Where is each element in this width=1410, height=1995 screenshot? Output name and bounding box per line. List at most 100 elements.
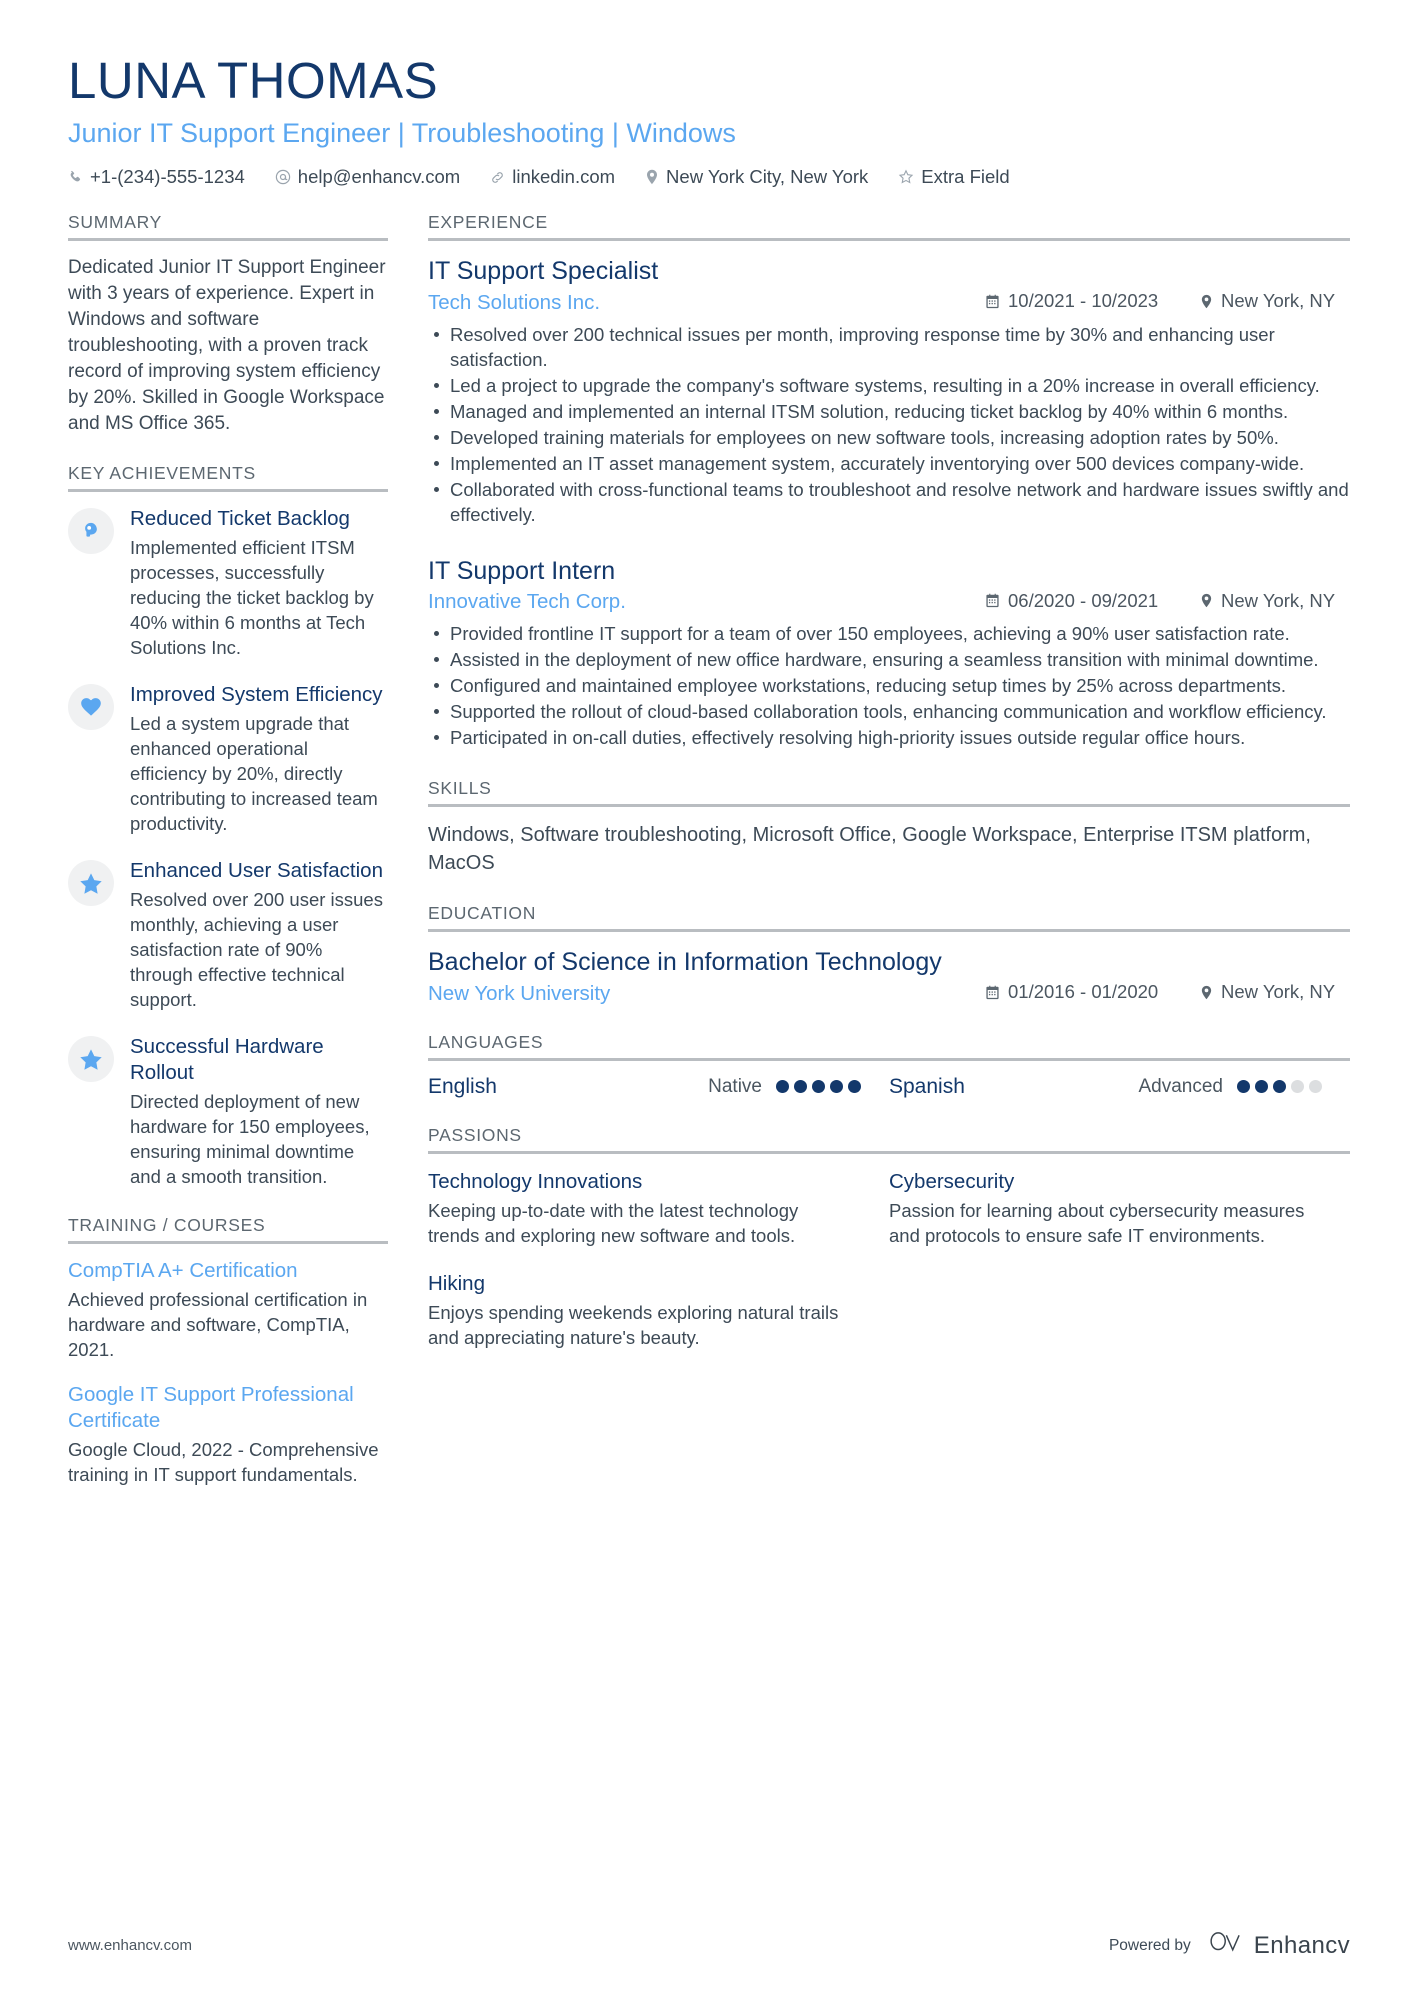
training-title: Google IT Support Professional Certifica… [68,1383,354,1432]
language-name: English [428,1074,497,1098]
contact-phone-text: +1-(234)-555-1234 [90,166,245,187]
language-rating [1237,1080,1322,1093]
rating-dot [794,1080,807,1093]
passion-item: Cybersecurity Passion for learning about… [889,1168,1350,1248]
powered-by-label: Powered by [1108,1936,1191,1954]
rating-dot [830,1080,843,1093]
key-achievement-item: Enhanced User Satisfaction Resolved over… [68,858,388,1012]
experience-bullet: Assisted in the deployment of new office… [428,647,1350,672]
section-education: EDUCATION Bachelor of Science in Informa… [428,903,1350,1006]
rating-dot [848,1080,861,1093]
experience-dates-text: 06/2020 - 09/2021 [1008,589,1159,611]
experience-role: IT Support Specialist [428,257,659,285]
experience-location: New York, NY [1200,290,1350,312]
passion-title: Hiking [428,1271,485,1295]
contact-email-text: help@enhancv.com [297,166,461,187]
contact-extra-field-text: Extra Field [921,166,1010,187]
contact-extra-field: Extra Field [898,166,1010,188]
education-location-text: New York, NY [1221,981,1336,1002]
education-school: New York University [428,981,611,1005]
education-location: New York, NY [1200,981,1350,1003]
experience-bullets: Provided frontline IT support for a team… [428,621,1350,750]
experience-company: Tech Solutions Inc. [428,290,601,314]
achievement-title: Improved System Efficiency [130,683,383,706]
training-item: CompTIA A+ Certification Achieved profes… [68,1258,388,1362]
section-training-courses: TRAINING / COURSES CompTIA A+ Certificat… [68,1215,388,1487]
skills-section-title: SKILLS [428,778,1350,807]
experience-dates: 06/2020 - 09/2021 [985,590,1200,612]
education-degree: Bachelor of Science in Information Techn… [428,948,942,976]
headline: Junior IT Support Engineer | Troubleshoo… [68,118,736,148]
experience-dates-text: 10/2021 - 10/2023 [1008,290,1159,311]
section-experience: EXPERIENCE IT Support Specialist Tech So… [428,212,1350,750]
training-section-title: TRAINING / COURSES [68,1215,388,1244]
experience-bullet: Configured and maintained employee works… [428,673,1350,698]
calendar-icon [985,985,1000,1000]
achievement-desc: Directed deployment of new hardware for … [130,1091,370,1187]
experience-location-text: New York, NY [1221,290,1336,311]
contact-linkedin[interactable]: linkedin.com [490,166,615,188]
achievement-desc: Resolved over 200 user issues monthly, a… [130,889,383,1010]
star-outline-icon [898,169,914,185]
language-item: English Native [428,1075,889,1099]
passions-section-title: PASSIONS [428,1125,1350,1154]
experience-bullet: Managed and implemented an internal ITSM… [428,399,1350,424]
passion-item: Hiking Enjoys spending weekends explorin… [428,1270,889,1350]
experience-company: Innovative Tech Corp. [428,590,626,613]
rating-dot [1255,1080,1268,1093]
page-title: LUNA THOMAS [68,52,439,109]
rating-dot [812,1080,825,1093]
experience-location-text: New York, NY [1221,589,1336,611]
section-passions: PASSIONS Technology Innovations Keeping … [428,1125,1350,1372]
enhancv-logo-icon [1205,1930,1245,1961]
training-title: CompTIA A+ Certification [68,1259,298,1282]
footer-url[interactable]: www.enhancv.com [68,1937,192,1954]
achievement-badge [68,1036,114,1082]
achievement-badge [68,684,114,730]
contact-phone[interactable]: +1-(234)-555-1234 [68,166,245,188]
phone-icon [68,170,83,185]
language-rating [776,1080,861,1093]
footer-brand-area: Powered by Enhancv [1109,1930,1350,1961]
experience-bullets: Resolved over 200 technical issues per m… [428,322,1350,527]
education-dates: 01/2016 - 01/2020 [985,981,1200,1003]
experience-item: IT Support Specialist Tech Solutions Inc… [428,255,1350,527]
rating-dot [1273,1080,1286,1093]
section-languages: LANGUAGES English Native Spanish Advance… [428,1032,1350,1099]
section-key-achievements: KEY ACHIEVEMENTS Reduced Ticket Backlog … [68,463,388,1189]
section-skills: SKILLS Windows, Software troubleshooting… [428,778,1350,877]
calendar-icon [985,593,1000,608]
experience-location: New York, NY [1200,590,1350,612]
location-icon [645,169,659,185]
enhancv-brand-name: Enhancv [1253,1931,1350,1959]
passion-desc: Keeping up-to-date with the latest techn… [428,1199,799,1246]
achievement-desc: Led a system upgrade that enhanced opera… [130,713,378,834]
experience-bullet: Provided frontline IT support for a team… [428,621,1350,646]
key-achievement-item: Successful Hardware Rollout Directed dep… [68,1034,388,1189]
location-icon [1200,985,1213,1000]
resume-page: LUNA THOMAS Junior IT Support Engineer |… [0,0,1410,1995]
passions-grid: Technology Innovations Keeping up-to-dat… [428,1168,1350,1372]
rating-dot [1291,1080,1304,1093]
calendar-icon [985,294,1000,309]
contact-email[interactable]: help@enhancv.com [275,166,460,188]
summary-text: Dedicated Junior IT Support Engineer wit… [68,257,386,434]
experience-bullet: Collaborated with cross-functional teams… [428,477,1350,527]
location-icon [1200,593,1213,608]
training-desc: Google Cloud, 2022 - Comprehensive train… [68,1439,379,1485]
head-thought-icon [80,520,102,542]
contact-linkedin-text: linkedin.com [512,166,616,187]
rating-dot [1237,1080,1250,1093]
summary-section-title: SUMMARY [68,212,388,241]
experience-bullet: Participated in on-call duties, effectiv… [428,725,1350,750]
section-summary: SUMMARY Dedicated Junior IT Support Engi… [68,212,388,437]
contact-location: New York City, New York [645,166,868,188]
rating-dot [1309,1080,1322,1093]
achievement-title: Enhanced User Satisfaction [130,859,383,882]
passion-item: Technology Innovations Keeping up-to-dat… [428,1168,889,1248]
skills-text: Windows, Software troubleshooting, Micro… [428,824,1311,874]
enhancv-brand: Enhancv [1205,1930,1350,1961]
experience-bullet: Developed training materials for employe… [428,425,1350,450]
languages-section-title: LANGUAGES [428,1032,1350,1061]
passion-title: Technology Innovations [428,1169,643,1193]
